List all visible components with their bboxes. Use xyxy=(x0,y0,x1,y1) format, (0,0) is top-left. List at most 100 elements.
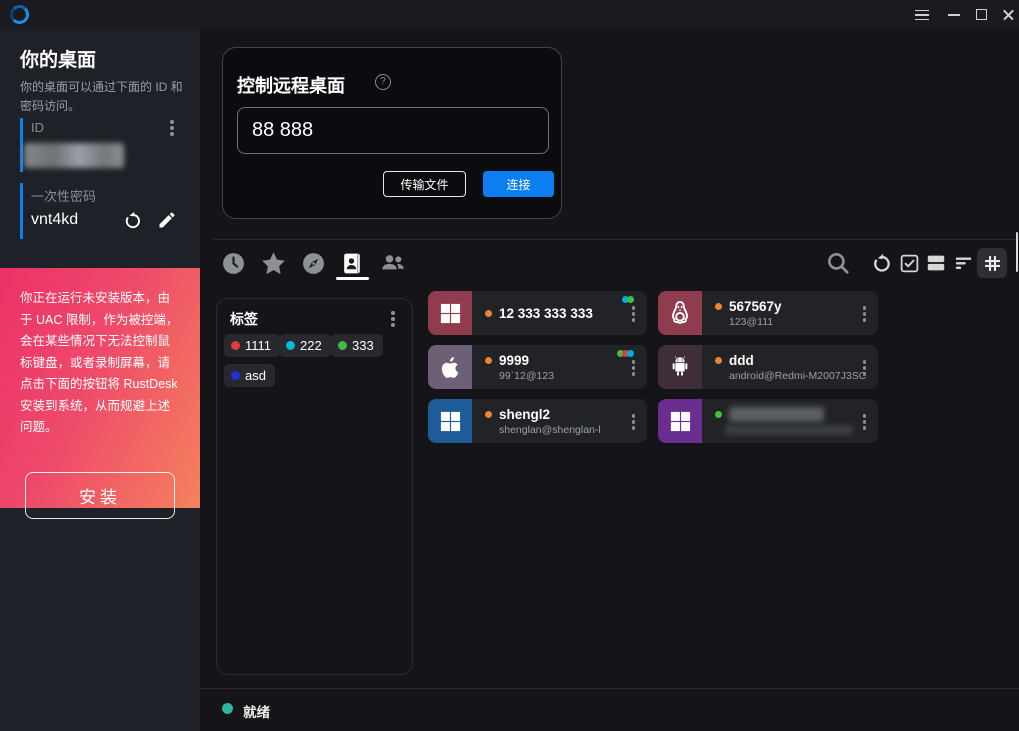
tag-label: 1111 xyxy=(245,338,271,353)
password-label: 一次性密码 xyxy=(31,186,96,205)
window-menu-button[interactable] xyxy=(908,0,936,29)
install-warning-panel: 你正在运行未安装版本，由于 UAC 限制，作为被控端，会在某些情况下无法控制鼠标… xyxy=(0,268,200,508)
peer-subtitle-masked xyxy=(725,425,853,435)
platform-windows-icon xyxy=(428,291,472,335)
password-accent-bar xyxy=(20,183,23,239)
remote-id-input[interactable] xyxy=(237,107,549,154)
peer-tag-dots xyxy=(619,350,634,357)
status-dot xyxy=(485,411,492,418)
sidebar-description: 你的桌面可以通过下面的 ID 和密码访问。 xyxy=(20,78,184,115)
install-button[interactable]: 安装 xyxy=(25,472,175,519)
peer-subtitle: shenglan@shenglan-l xyxy=(499,424,647,436)
hamburger-icon xyxy=(915,14,929,16)
peer-name: 567567y xyxy=(729,299,782,314)
tab-address-book[interactable] xyxy=(336,249,368,277)
platform-linux-icon xyxy=(658,291,702,335)
select-peers-button[interactable] xyxy=(895,249,923,277)
maximize-button[interactable] xyxy=(968,0,996,29)
scrollbar-thumb[interactable] xyxy=(1016,232,1018,272)
maximize-icon xyxy=(976,9,987,20)
peer-card[interactable]: 567567y 123@111 xyxy=(658,291,878,335)
tag-color-dot xyxy=(338,341,347,350)
connect-card: 控制远程桌面 ? 传输文件 连接 xyxy=(222,47,562,219)
tags-title: 标签 xyxy=(230,309,258,329)
status-dot xyxy=(485,357,492,364)
tab-group[interactable] xyxy=(377,249,409,277)
peer-menu-icon[interactable] xyxy=(632,312,636,316)
peer-menu-icon[interactable] xyxy=(632,420,636,424)
grid-view-button[interactable] xyxy=(978,249,1006,277)
platform-windows-icon xyxy=(428,399,472,443)
tag-dot xyxy=(627,296,634,303)
search-button[interactable] xyxy=(824,249,852,277)
tag-chip[interactable]: 222 xyxy=(279,334,331,357)
platform-android-icon xyxy=(658,345,702,389)
sidebar: 你的桌面 你的桌面可以通过下面的 ID 和密码访问。 ID 一次性密码 vnt4… xyxy=(0,29,200,731)
platform-apple-icon xyxy=(428,345,472,389)
tags-menu-icon[interactable] xyxy=(391,317,395,321)
help-icon[interactable]: ? xyxy=(375,74,391,90)
tag-label: 333 xyxy=(352,338,374,353)
peer-name-masked xyxy=(729,407,824,422)
card-view-icon xyxy=(925,252,947,274)
connection-status-dot xyxy=(222,703,233,714)
card-view-button[interactable] xyxy=(922,249,950,277)
warning-text: 你正在运行未安装版本，由于 UAC 限制，作为被控端，会在某些情况下无法控制鼠标… xyxy=(20,288,182,439)
star-icon xyxy=(260,250,287,277)
peer-card[interactable]: ddd android@Redmi-M2007J3SC xyxy=(658,345,878,389)
connection-status-text: 就绪 xyxy=(243,701,270,721)
transfer-file-button[interactable]: 传输文件 xyxy=(383,171,466,197)
peer-name: shengl2 xyxy=(499,407,550,422)
refresh-password-icon[interactable] xyxy=(122,210,144,232)
peer-card[interactable] xyxy=(658,399,878,443)
minimize-button[interactable] xyxy=(940,0,968,29)
compass-icon xyxy=(301,251,326,276)
peer-menu-icon[interactable] xyxy=(863,312,867,316)
search-icon xyxy=(825,250,851,276)
peer-subtitle: 123@111 xyxy=(729,316,878,328)
peer-name: ddd xyxy=(729,353,754,368)
status-dot xyxy=(485,310,492,317)
peer-menu-icon[interactable] xyxy=(632,366,636,370)
refresh-peers-button[interactable] xyxy=(867,249,895,277)
peer-subtitle: android@Redmi-M2007J3SC xyxy=(729,370,878,382)
id-menu-icon[interactable] xyxy=(170,126,174,130)
address-book-icon xyxy=(340,251,365,276)
peer-card[interactable]: 12 333 333 333 xyxy=(428,291,647,335)
tag-color-dot xyxy=(286,341,295,350)
close-button[interactable] xyxy=(994,0,1019,29)
status-dot xyxy=(715,411,722,418)
clock-icon xyxy=(221,251,246,276)
status-dot xyxy=(715,357,722,364)
connect-button[interactable]: 连接 xyxy=(483,171,554,197)
peer-menu-icon[interactable] xyxy=(863,420,867,424)
refresh-icon xyxy=(870,252,893,275)
peer-tag-dots xyxy=(624,296,634,303)
tag-chip[interactable]: 333 xyxy=(331,334,383,357)
tag-label: asd xyxy=(245,368,266,383)
rustdesk-logo-icon xyxy=(10,5,29,24)
edit-password-icon[interactable] xyxy=(157,210,179,232)
id-label: ID xyxy=(31,120,44,135)
list-view-icon xyxy=(953,252,975,274)
peer-card[interactable]: shengl2 shenglan@shenglan-l xyxy=(428,399,647,443)
peer-menu-icon[interactable] xyxy=(863,366,867,370)
peer-card[interactable]: 9999 99`12@123 xyxy=(428,345,647,389)
tags-panel: 标签 1111 222 333 asd xyxy=(216,298,413,675)
tag-dot xyxy=(627,350,634,357)
id-accent-bar xyxy=(20,118,23,172)
sidebar-title: 你的桌面 xyxy=(20,45,96,72)
tag-chip[interactable]: asd xyxy=(224,364,275,387)
one-time-password-value: vnt4kd xyxy=(31,211,78,229)
group-icon xyxy=(379,249,407,277)
tag-chip[interactable]: 1111 xyxy=(224,334,280,357)
tab-discovered[interactable] xyxy=(297,249,329,277)
statusbar-divider xyxy=(200,688,1019,689)
tab-favorites[interactable] xyxy=(257,249,289,277)
peer-name: 12 333 333 333 xyxy=(499,306,593,321)
list-view-button[interactable] xyxy=(950,249,978,277)
checkbox-icon xyxy=(899,253,920,274)
peer-subtitle: 99`12@123 xyxy=(499,370,647,382)
peer-name: 9999 xyxy=(499,353,529,368)
tab-recent-sessions[interactable] xyxy=(217,249,249,277)
